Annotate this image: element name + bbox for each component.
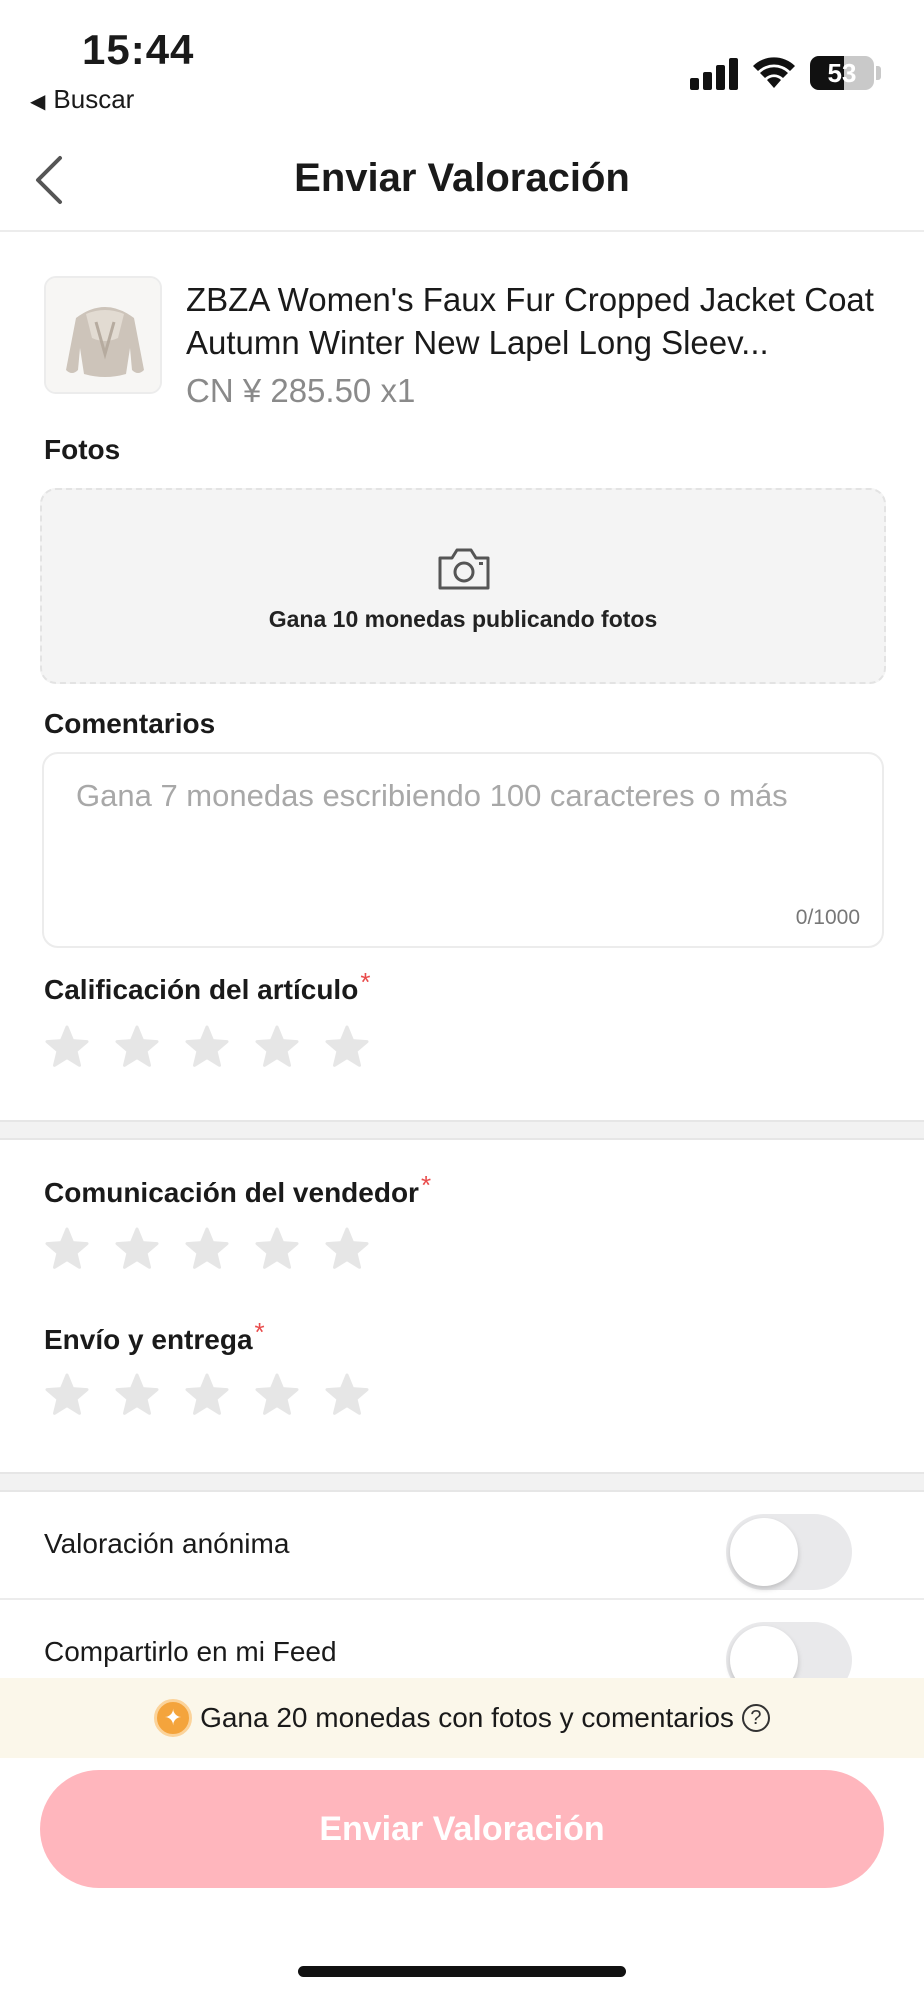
toggle-knob — [730, 1518, 798, 1586]
star-icon[interactable] — [184, 1226, 230, 1272]
required-asterisk: * — [360, 967, 371, 997]
star-icon[interactable] — [184, 1024, 230, 1070]
status-back-to-app[interactable]: ◀ Buscar — [30, 84, 134, 115]
star-icon[interactable] — [114, 1226, 160, 1272]
product-summary: ZBZA Women's Faux Fur Cropped Jacket Coa… — [44, 274, 884, 414]
page-title: Enviar Valoración — [294, 156, 630, 200]
item-rating-stars — [44, 1024, 370, 1074]
navigation-bar: Enviar Valoración — [0, 130, 924, 232]
comment-box: 0/1000 — [42, 752, 884, 948]
seller-rating-label: Comunicación del vendedor* — [44, 1170, 431, 1209]
battery-icon: 53 — [810, 56, 874, 90]
seller-rating-stars — [44, 1226, 370, 1276]
share-feed-label: Compartirlo en mi Feed — [44, 1636, 337, 1667]
section-divider — [0, 1472, 924, 1492]
section-divider — [0, 1120, 924, 1140]
star-icon[interactable] — [114, 1024, 160, 1070]
item-rating-label: Calificación del artículo* — [44, 967, 370, 1006]
anonymous-review-toggle[interactable] — [726, 1514, 852, 1590]
anonymous-review-row: Valoración anónima — [0, 1494, 924, 1600]
anonymous-review-label: Valoración anónima — [44, 1528, 290, 1559]
comment-char-count: 0/1000 — [795, 906, 860, 929]
product-thumbnail — [44, 276, 162, 394]
coins-banner-text: Gana 20 monedas con fotos y comentarios — [200, 1702, 734, 1733]
shipping-rating-label: Envío y entrega* — [44, 1317, 265, 1356]
comments-label: Comentarios — [44, 708, 216, 739]
star-icon[interactable] — [44, 1372, 90, 1418]
wifi-icon — [753, 57, 795, 88]
photo-upload-area[interactable]: Gana 10 monedas publicando fotos — [40, 488, 886, 684]
fur-jacket-image — [46, 278, 160, 392]
star-icon[interactable] — [44, 1024, 90, 1070]
cellular-signal-icon — [690, 58, 740, 90]
coins-banner: ✦ Gana 20 monedas con fotos y comentario… — [0, 1678, 924, 1758]
star-icon[interactable] — [114, 1372, 160, 1418]
required-asterisk: * — [254, 1317, 265, 1347]
seller-rating-text: Comunicación del vendedor — [44, 1177, 419, 1208]
submit-review-button[interactable]: Enviar Valoración — [40, 1770, 884, 1888]
status-bar: 15:44 ◀ Buscar 53 — [0, 0, 924, 120]
battery-level: 53 — [827, 58, 857, 88]
star-icon[interactable] — [324, 1372, 370, 1418]
item-rating-text: Calificación del artículo — [44, 974, 359, 1005]
photo-upload-hint: Gana 10 monedas publicando fotos — [268, 606, 658, 632]
photos-label: Fotos — [44, 434, 121, 465]
shipping-rating-text: Envío y entrega — [44, 1324, 253, 1355]
required-asterisk: * — [420, 1170, 432, 1200]
status-back-label: Buscar — [53, 84, 135, 114]
star-icon[interactable] — [44, 1226, 90, 1272]
star-icon[interactable] — [324, 1024, 370, 1070]
star-icon[interactable] — [254, 1226, 300, 1272]
star-icon[interactable] — [184, 1372, 230, 1418]
shipping-rating-stars — [44, 1372, 370, 1422]
home-indicator — [298, 1966, 626, 1977]
camera-icon — [438, 548, 490, 590]
star-icon[interactable] — [324, 1226, 370, 1272]
help-circle-icon[interactable]: ? — [741, 1704, 770, 1732]
product-name: ZBZA Women's Faux Fur Cropped Jacket Coa… — [186, 281, 874, 361]
coin-icon: ✦ — [154, 1699, 193, 1737]
product-price: CN ¥ 285.50 x1 — [186, 372, 416, 409]
status-time: 15:44 — [82, 26, 195, 73]
battery-tip — [876, 66, 881, 80]
star-icon[interactable] — [254, 1372, 300, 1418]
back-triangle-icon: ◀ — [30, 91, 46, 113]
star-icon[interactable] — [254, 1024, 300, 1070]
comment-input[interactable] — [76, 778, 866, 898]
